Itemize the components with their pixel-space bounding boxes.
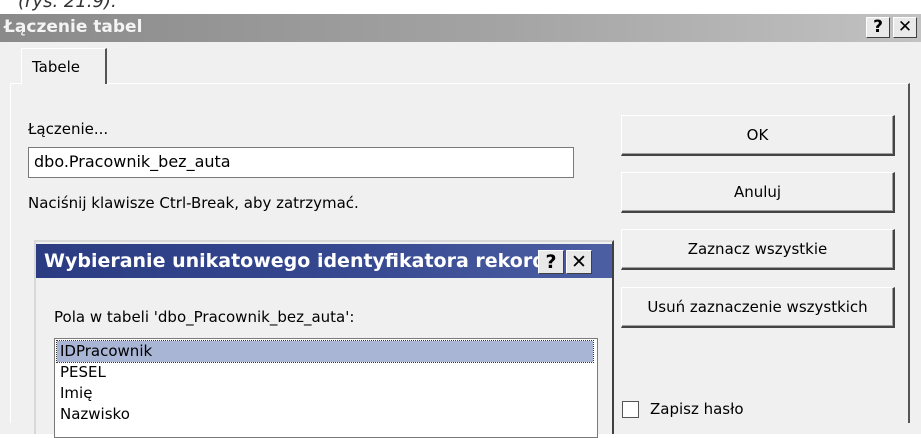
- dialog-help-button[interactable]: ?: [538, 250, 564, 274]
- connecting-label: Łączenie...: [28, 120, 109, 138]
- dialog-titlebar: Wybieranie unikatowego identyfikatora re…: [36, 244, 612, 278]
- close-button[interactable]: ✕: [893, 17, 917, 38]
- caption-text: (rys. 21.9).: [18, 0, 117, 12]
- save-password-checkbox[interactable]: [622, 401, 639, 418]
- fields-label: Pola w tabeli 'dbo_Pracownik_bez_auta':: [54, 308, 355, 326]
- help-button[interactable]: ?: [866, 17, 890, 38]
- window-titlebar: Łączenie tabel ? ✕: [0, 14, 921, 42]
- document-caption-fragment: (rys. 21.9).: [0, 0, 921, 14]
- cancel-button[interactable]: Anuluj: [621, 172, 895, 213]
- ctrl-break-hint: Naciśnij klawisze Ctrl-Break, aby zatrzy…: [28, 194, 359, 212]
- window-title: Łączenie tabel: [4, 17, 143, 37]
- list-item-nazwisko[interactable]: Nazwisko: [57, 404, 593, 425]
- deselect-all-button[interactable]: Usuń zaznaczenie wszystkich: [621, 287, 895, 328]
- list-item-imie[interactable]: Imię: [57, 383, 593, 404]
- tab-label: Tabele: [32, 58, 81, 76]
- tab-tabele[interactable]: Tabele: [21, 48, 107, 84]
- select-all-button[interactable]: Zaznacz wszystkie: [621, 229, 895, 270]
- ok-button[interactable]: OK: [621, 115, 895, 156]
- unique-record-identifier-dialog: Wybieranie unikatowego identyfikatora re…: [34, 240, 614, 438]
- save-password-label: Zapisz hasło: [650, 400, 744, 418]
- dialog-title: Wybieranie unikatowego identyfikatora re…: [44, 250, 560, 272]
- fields-listbox[interactable]: IDPracownik PESEL Imię Nazwisko: [54, 338, 598, 438]
- list-item-pesel[interactable]: PESEL: [57, 362, 593, 383]
- list-item-idpracownik[interactable]: IDPracownik: [56, 340, 594, 363]
- dialog-close-button[interactable]: ✕: [566, 250, 592, 274]
- table-name-field[interactable]: dbo.Pracownik_bez_auta: [28, 147, 574, 178]
